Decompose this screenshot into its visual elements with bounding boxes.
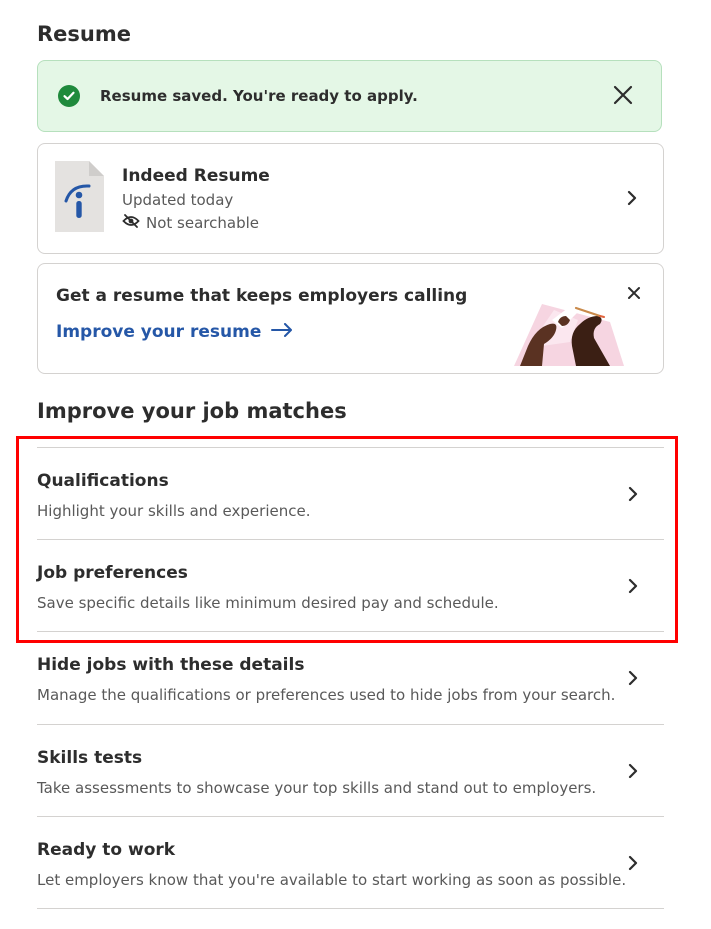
hands-writing-illustration bbox=[514, 286, 626, 370]
list-item-job-preferences[interactable]: Job preferences Save specific details li… bbox=[37, 539, 664, 631]
list-item-title: Job preferences bbox=[37, 563, 188, 583]
resume-saved-alert: Resume saved. You're ready to apply. bbox=[37, 60, 662, 132]
searchable-label: Not searchable bbox=[146, 214, 259, 232]
chevron-right-icon bbox=[626, 670, 640, 686]
promo-headline: Get a resume that keeps employers callin… bbox=[56, 286, 468, 306]
arrow-right-icon bbox=[271, 322, 293, 342]
resume-updated: Updated today bbox=[122, 191, 234, 209]
list-item-description: Take assessments to showcase your top sk… bbox=[37, 779, 597, 797]
list-item-hide-jobs[interactable]: Hide jobs with these details Manage the … bbox=[37, 631, 664, 723]
list-divider bbox=[37, 908, 664, 909]
alert-message: Resume saved. You're ready to apply. bbox=[100, 87, 418, 105]
list-item-title: Skills tests bbox=[37, 748, 143, 768]
chevron-right-icon bbox=[626, 855, 640, 871]
resume-promo-card: Get a resume that keeps employers callin… bbox=[37, 263, 664, 374]
list-item-ready-to-work[interactable]: Ready to work Let employers know that yo… bbox=[37, 816, 664, 908]
list-item-description: Highlight your skills and experience. bbox=[37, 502, 311, 520]
searchable-status: Not searchable bbox=[122, 214, 259, 232]
improve-resume-link[interactable]: Improve your resume bbox=[56, 322, 293, 342]
list-item-description: Save specific details like minimum desir… bbox=[37, 594, 499, 612]
list-item-description: Let employers know that you're available… bbox=[37, 871, 627, 889]
chevron-right-icon bbox=[626, 486, 640, 502]
close-icon[interactable] bbox=[611, 83, 635, 107]
list-item-skills-tests[interactable]: Skills tests Take assessments to showcas… bbox=[37, 724, 664, 816]
list-item-description: Manage the qualifications or preferences… bbox=[37, 686, 616, 704]
list-item-title: Qualifications bbox=[37, 471, 169, 491]
chevron-right-icon[interactable] bbox=[625, 190, 639, 206]
resume-card[interactable]: Indeed Resume Updated today Not searchab… bbox=[37, 143, 664, 254]
chevron-right-icon bbox=[626, 763, 640, 779]
improve-resume-label: Improve your resume bbox=[56, 322, 262, 342]
indeed-document-icon bbox=[55, 161, 104, 232]
chevron-right-icon bbox=[626, 578, 640, 594]
list-item-title: Ready to work bbox=[37, 840, 176, 860]
list-item-qualifications[interactable]: Qualifications Highlight your skills and… bbox=[37, 447, 664, 539]
list-item-title: Hide jobs with these details bbox=[37, 655, 305, 675]
job-matches-section-title: Improve your job matches bbox=[37, 399, 347, 423]
eye-off-icon bbox=[122, 214, 140, 232]
resume-name: Indeed Resume bbox=[122, 166, 270, 186]
close-icon[interactable] bbox=[625, 284, 643, 302]
check-circle-icon bbox=[58, 85, 80, 107]
resume-section-title: Resume bbox=[37, 22, 131, 46]
